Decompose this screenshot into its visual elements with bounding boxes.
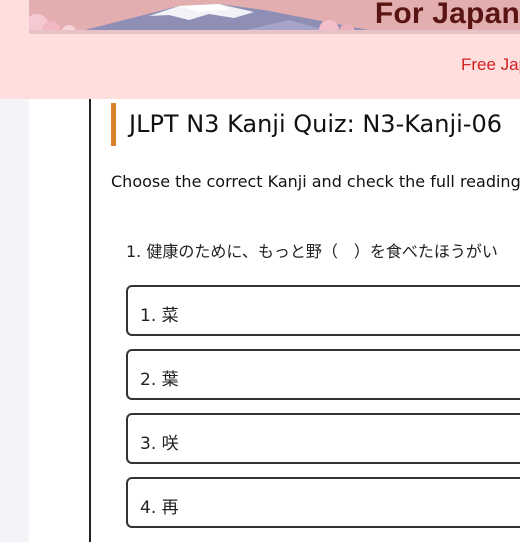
answer-option-2[interactable]: 2. 葉 [126,349,520,400]
sidebar-space [29,99,89,542]
header-tagline: Free Jap [461,55,520,74]
question-text: 1. 健康のために、もっと野（ ）を食べたほうがい [126,242,498,261]
answer-option-label: 2. 葉 [140,370,179,390]
quiz-title-block: JLPT N3 Kanji Quiz: N3-Kanji-06 [111,103,520,146]
banner-site-title[interactable]: For Japan [375,0,520,31]
answer-option-4[interactable]: 4. 再 [126,477,520,528]
answer-option-1[interactable]: 1. 菜 [126,285,520,336]
quiz-content: JLPT N3 Kanji Quiz: N3-Kanji-06 Choose t… [91,99,520,542]
page-title: JLPT N3 Kanji Quiz: N3-Kanji-06 [129,110,502,138]
quiz-instructions: Choose the correct Kanji and check the f… [111,172,520,191]
page-gutter [0,99,29,542]
header-banner[interactable]: For Japan [29,0,520,34]
site-header: For Japan Free Jap [0,0,520,99]
answer-option-label: 4. 再 [140,498,179,518]
answer-option-3[interactable]: 3. 咲 [126,413,520,464]
answer-option-label: 1. 菜 [140,306,179,326]
answer-option-label: 3. 咲 [140,434,179,454]
